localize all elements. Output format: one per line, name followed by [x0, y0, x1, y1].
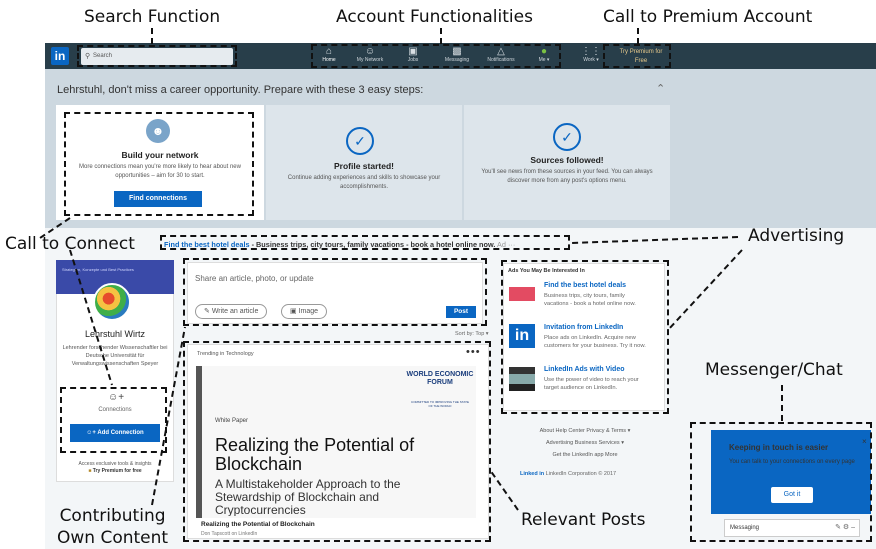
annotation-box-account: [311, 44, 561, 68]
profile-name[interactable]: Lehrstuhl Wirtz: [56, 329, 174, 339]
profile-avatar[interactable]: [93, 283, 131, 321]
sort-dropdown[interactable]: Sort by: Top ▾: [455, 331, 489, 337]
annotation-box-premium: [603, 44, 671, 68]
annotation-box-share: [183, 258, 487, 326]
label-premium: Call to Premium Account: [603, 7, 813, 27]
annotation-box-feed: [183, 341, 491, 542]
card-title: Sources followed!: [530, 155, 604, 165]
annotation-box-ad-banner: [160, 235, 570, 250]
check-icon: ✓: [346, 127, 374, 155]
label-contributing: Contributing Own Content: [57, 506, 169, 548]
premium-upsell[interactable]: Access exclusive tools & insights ■ Try …: [56, 461, 174, 475]
nav-work[interactable]: ⋮⋮ Work ▾: [577, 46, 605, 68]
profile-started-card: Profile started! Continue adding experie…: [266, 105, 462, 220]
footer-links[interactable]: About Help Center Privacy & Terms ▾ Adve…: [505, 425, 665, 461]
label-messenger: Messenger/Chat: [705, 360, 843, 380]
label-connect: Call to Connect: [5, 234, 135, 254]
label-relevant: Relevant Posts: [521, 510, 646, 530]
profile-headline: Lehrender forschender Wissenschaftler be…: [62, 345, 168, 367]
annotation-box-ads: [501, 260, 669, 414]
footer-copyright: Linked in LinkedIn Corporation © 2017: [520, 471, 617, 477]
annotation-box-connect-profile: [60, 387, 167, 453]
card-text: Continue adding experiences and skills t…: [287, 175, 441, 190]
check-icon: ✓: [553, 123, 581, 151]
collapse-chevron-icon[interactable]: ⌃: [656, 82, 665, 95]
label-advertising: Advertising: [748, 226, 845, 246]
card-title: Profile started!: [334, 161, 394, 171]
annotation-box-connect: [64, 112, 254, 216]
card-text: You'll see news from these sources in yo…: [481, 169, 653, 184]
label-search: Search Function: [84, 7, 221, 27]
onboarding-title: Lehrstuhl, don't miss a career opportuni…: [57, 84, 424, 96]
annotation-box-messenger: [690, 422, 872, 542]
annotation-box-search: [77, 45, 237, 67]
grid-icon: ⋮⋮: [581, 46, 601, 57]
linkedin-logo[interactable]: in: [51, 47, 69, 65]
label-account: Account Functionalities: [336, 7, 533, 27]
